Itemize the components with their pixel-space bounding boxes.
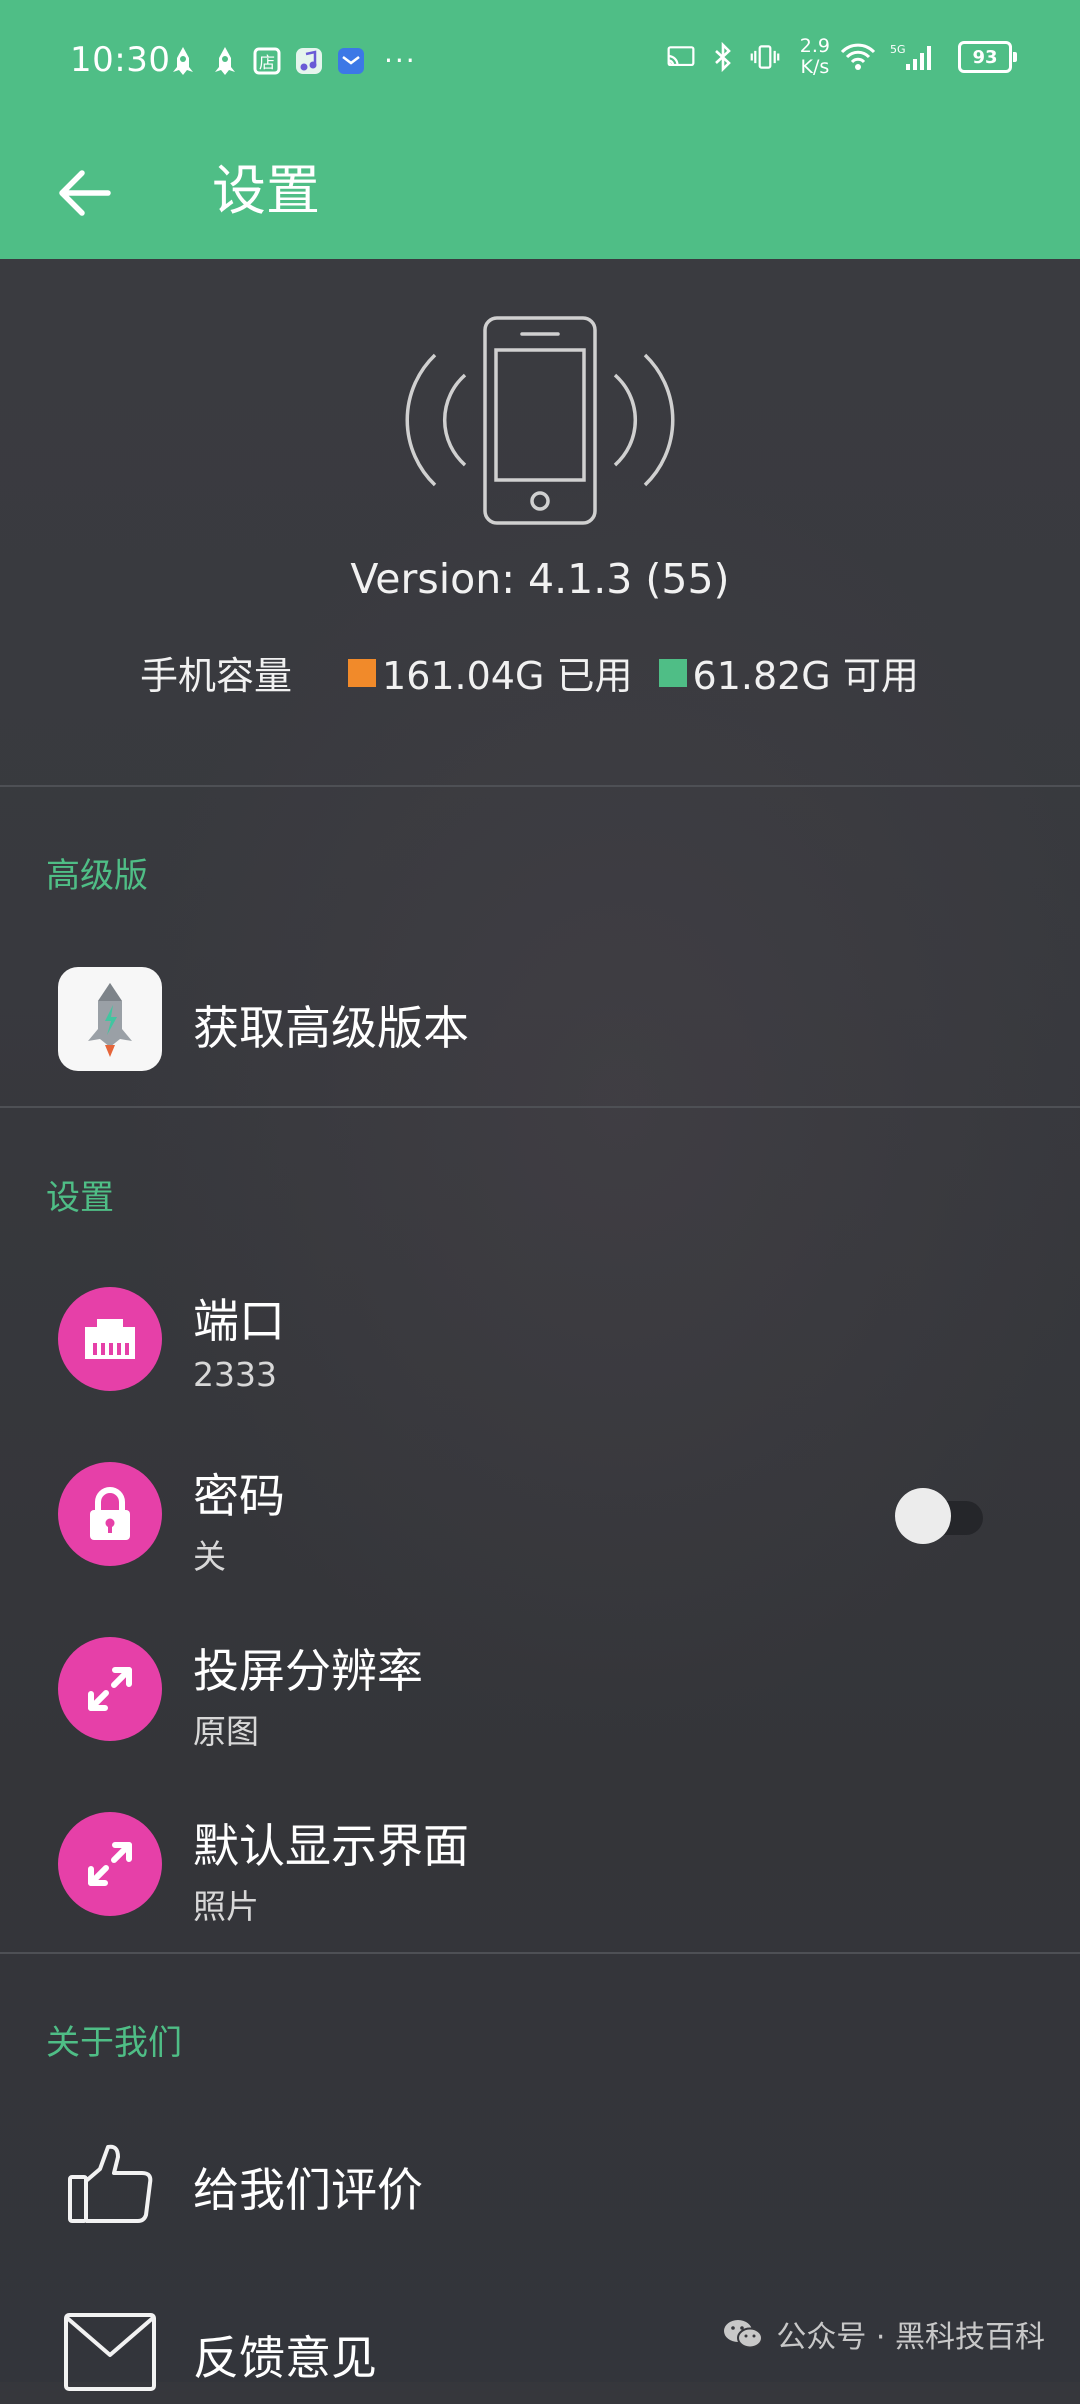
rocket-app-icon	[58, 967, 162, 1071]
section-title-settings: 设置	[46, 1178, 114, 1218]
default-view-label: 默认显示界面	[193, 1819, 469, 1873]
watermark: 公众号 · 黑科技百科	[722, 2312, 1045, 2356]
mail-envelope-icon	[58, 2300, 162, 2404]
app-rocket-icon	[210, 46, 240, 76]
cast-icon	[666, 42, 696, 72]
bluetooth-icon	[708, 42, 738, 72]
network-speed: 2.9 K/s	[799, 35, 830, 78]
divider	[0, 785, 1080, 787]
feedback-label: 反馈意见	[193, 2331, 377, 2385]
app-bar: 设置	[0, 125, 1080, 259]
port-label: 端口	[193, 1294, 285, 1348]
wechat-icon	[724, 2320, 764, 2349]
used-legend-swatch	[348, 658, 377, 687]
lock-icon	[58, 1462, 162, 1566]
svg-text:店: 店	[259, 53, 275, 72]
default-view-value: 照片	[193, 1887, 259, 1926]
vibrate-icon	[750, 42, 780, 72]
resolution-setting[interactable]: 投屏分辨率 原图	[0, 1620, 1080, 1770]
rate-us-item[interactable]: 给我们评价	[0, 2112, 1080, 2262]
section-title-about: 关于我们	[46, 2023, 182, 2063]
divider	[0, 1106, 1080, 1108]
expand-arrows-icon	[58, 1637, 162, 1741]
expand-arrows-icon	[58, 1812, 162, 1916]
back-button[interactable]	[44, 153, 124, 233]
status-bar: 10:30 店 ··· 2.9 K/s 5G 93	[0, 0, 1080, 125]
resolution-value: 原图	[193, 1712, 259, 1751]
store-icon: 店	[252, 46, 282, 76]
version-text: Version: 4.1.3 (55)	[350, 555, 730, 603]
default-view-setting[interactable]: 默认显示界面 照片	[0, 1795, 1080, 1945]
mail-app-icon	[336, 46, 366, 76]
divider	[0, 1952, 1080, 1954]
cellular-signal-icon: 5G	[890, 42, 936, 72]
top-bar: 10:30 店 ··· 2.9 K/s 5G 93 设置	[0, 0, 1080, 259]
arrow-left-icon	[59, 170, 111, 216]
password-toggle[interactable]	[893, 1486, 993, 1544]
port-value: 2333	[193, 1355, 277, 1394]
system-icons: 2.9 K/s 5G 93	[666, 35, 1017, 78]
phone-vibrate-icon	[370, 315, 710, 530]
get-premium-label: 获取高级版本	[193, 1001, 469, 1055]
password-label: 密码	[193, 1469, 285, 1523]
section-title-premium: 高级版	[46, 856, 148, 896]
more-notifications-icon: ···	[384, 44, 417, 77]
used-storage: 161.04G 已用	[382, 654, 633, 698]
toggle-knob	[895, 1488, 951, 1544]
notification-icons: 店 ···	[168, 44, 417, 77]
page-title: 设置	[212, 159, 320, 222]
port-setting[interactable]: 端口 2333	[0, 1270, 1080, 1420]
storage-capacity: 手机容量 161.04G 已用 61.82G 可用	[140, 645, 919, 700]
available-legend-swatch	[658, 658, 687, 687]
get-premium-item[interactable]: 获取高级版本	[0, 950, 1080, 1100]
watermark-text: 公众号 · 黑科技百科	[776, 2320, 1045, 2355]
thumbs-up-icon	[58, 2132, 162, 2236]
resolution-label: 投屏分辨率	[193, 1644, 423, 1698]
battery-indicator: 93	[958, 41, 1017, 73]
app-rocket-icon	[168, 46, 198, 76]
status-time: 10:30	[70, 40, 171, 80]
password-value: 关	[193, 1537, 226, 1576]
available-storage: 61.82G 可用	[692, 654, 919, 698]
capacity-label: 手机容量	[140, 654, 293, 698]
ethernet-port-icon	[58, 1287, 162, 1391]
music-icon	[294, 46, 324, 76]
rate-us-label: 给我们评价	[193, 2163, 423, 2217]
signal-label: 5G	[890, 43, 906, 56]
wifi-icon	[838, 42, 878, 72]
